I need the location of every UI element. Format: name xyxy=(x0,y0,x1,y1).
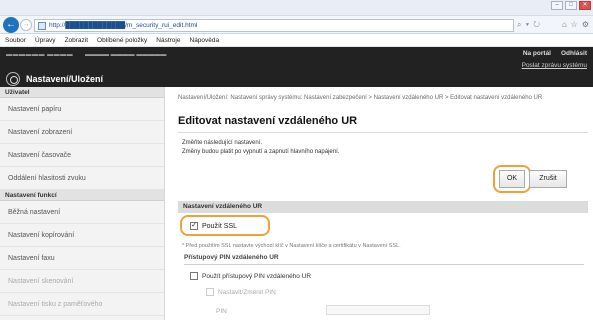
minimize-button[interactable]: – xyxy=(551,1,563,10)
maximize-button[interactable]: □ xyxy=(565,1,577,10)
divider xyxy=(184,264,584,265)
ssl-note: * Před použitím SSL nastavte výchozí klí… xyxy=(182,243,401,249)
back-arrow-icon[interactable]: ← xyxy=(3,17,19,33)
set-pin-option[interactable]: Nastavit/Změnit PIN xyxy=(206,288,276,296)
use-pin-checkbox[interactable] xyxy=(190,272,198,280)
pin-input[interactable] xyxy=(326,305,430,315)
forward-arrow-icon[interactable]: → xyxy=(20,19,32,31)
info-text: Změňte následující nastavení. Změny budo… xyxy=(182,139,339,157)
pin-label: PIN xyxy=(216,308,227,315)
sidebar-header-functions: Nastavení funkcí xyxy=(0,190,164,201)
menu-item-edit[interactable]: Úpravy xyxy=(35,37,56,44)
sidebar-item-scan[interactable]: Nastavení skenování xyxy=(0,270,164,293)
menu-item-view[interactable]: Zobrazit xyxy=(65,37,88,44)
set-pin-checkbox[interactable] xyxy=(206,288,214,296)
sidebar-item-paper[interactable]: Nastavení papíru xyxy=(0,98,164,121)
sidebar-header-user: Uživatel xyxy=(0,87,164,98)
ok-button[interactable]: OK xyxy=(499,170,525,188)
window-titlebar: – □ ✕ xyxy=(0,0,593,16)
address-bar[interactable]: http://█████████████/m_security_rui_edit… xyxy=(34,19,514,32)
device-info: ▬▬▬▬ ▬▬▬▬ ▬▬▬▬▬ xyxy=(85,52,167,58)
device-name: ▬▬▬▬▬▬ ▬▬▬▬ xyxy=(6,52,74,58)
sidebar-item-copy[interactable]: Nastavení kopírování xyxy=(0,224,164,247)
menu-item-file[interactable]: Soubor xyxy=(5,37,26,44)
browser-toolbar-icons: ⌂ ☆ ⚙ xyxy=(562,20,589,29)
logout-link[interactable]: Odhlásit xyxy=(561,50,587,57)
settings-gear-icon[interactable]: ⚙ xyxy=(582,20,589,29)
window-controls: – □ ✕ xyxy=(551,1,591,10)
use-ssl-option[interactable]: ✓ Použít SSL xyxy=(190,222,237,230)
address-text: http://█████████████/m_security_rui_edit… xyxy=(49,22,198,29)
sidebar-item-memory-print[interactable]: Nastavení tisku z paměťového xyxy=(0,293,164,316)
sidebar-item-display[interactable]: Nastavení zobrazení xyxy=(0,121,164,144)
info-line-1: Změňte následující nastavení. xyxy=(182,140,263,146)
use-pin-label: Použít přístupový PIN vzdáleného UR xyxy=(202,272,312,280)
sidebar: Uživatel Nastavení papíru Nastavení zobr… xyxy=(0,87,165,320)
sidebar-item-timer[interactable]: Nastavení časovače xyxy=(0,144,164,167)
sidebar-item-fax[interactable]: Nastavení faxu xyxy=(0,247,164,270)
set-pin-label: Nastavit/Změnit PIN xyxy=(218,288,276,296)
use-ssl-label: Použít SSL xyxy=(202,222,238,230)
main-content: Nastavení/Uložení: Nastavení správy syst… xyxy=(172,87,593,320)
remote-ui-header: ▬▬▬▬▬▬ ▬▬▬▬ ▬▬▬▬ ▬▬▬▬ ▬▬▬▬▬ Nastavení/Ul… xyxy=(0,47,593,87)
info-line-2: Změny budou platit po vypnutí a zapnutí … xyxy=(182,149,340,155)
header-title: Nastavení/Uložení xyxy=(26,74,104,84)
favorites-star-icon[interactable]: ☆ xyxy=(571,20,578,29)
browser-navbar: ← → http://█████████████/m_security_rui_… xyxy=(0,16,593,34)
address-tools[interactable]: ⌕ ▾ ↻ xyxy=(517,20,541,30)
sidebar-item-common[interactable]: Běžná nastavení xyxy=(0,201,164,224)
close-button[interactable]: ✕ xyxy=(579,1,591,10)
portal-link[interactable]: Na portál xyxy=(523,50,551,57)
mail-admin-link[interactable]: Poslat zprávu systému xyxy=(522,62,587,69)
sidebar-item-volume[interactable]: Oddálení hlasitosti zvuku xyxy=(0,167,164,190)
section-header: Nastavení vzdáleného UR xyxy=(178,201,588,213)
use-ssl-checkbox[interactable]: ✓ xyxy=(190,222,198,230)
breadcrumb: Nastavení/Uložení: Nastavení správy syst… xyxy=(178,95,543,101)
header-links: Na portál Odhlásit xyxy=(523,50,587,57)
menu-item-favorites[interactable]: Oblíbené položky xyxy=(97,37,147,44)
use-pin-option[interactable]: Použít přístupový PIN vzdáleného UR xyxy=(190,272,311,280)
menu-item-tools[interactable]: Nástroje xyxy=(156,37,180,44)
pin-section-header: Přístupový PIN vzdáleného UR xyxy=(184,254,279,261)
settings-home-icon xyxy=(6,72,20,86)
menu-item-help[interactable]: Nápověda xyxy=(190,37,220,44)
browser-menubar: Soubor Úpravy Zobrazit Oblíbené položky … xyxy=(0,34,593,47)
cancel-button[interactable]: Zrušit xyxy=(529,170,567,188)
page-title: Editovat nastavení vzdáleného UR xyxy=(178,115,358,127)
divider xyxy=(178,132,588,133)
home-icon[interactable]: ⌂ xyxy=(562,20,567,29)
page-heading: Nastavení/Uložení xyxy=(6,72,103,86)
page-icon xyxy=(38,22,46,30)
